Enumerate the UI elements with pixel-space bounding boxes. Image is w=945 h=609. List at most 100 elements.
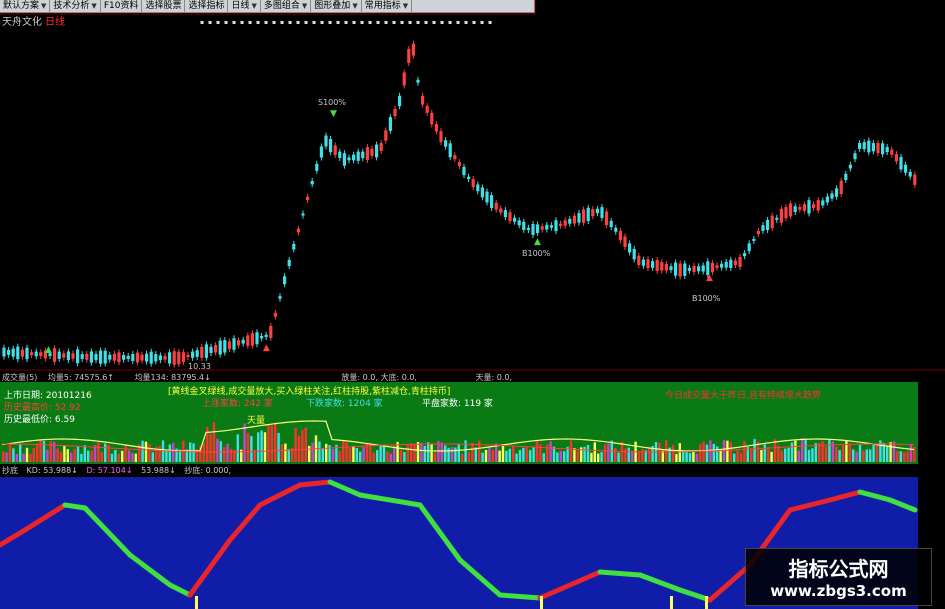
volume-bar [144, 441, 148, 462]
volume-bar [12, 448, 15, 462]
volume-bar [165, 450, 168, 462]
volume-bar [348, 448, 352, 462]
volume-bar [5, 452, 8, 462]
volume-bar [382, 444, 386, 462]
volume-bar [192, 443, 195, 462]
volume-bar [780, 450, 783, 462]
volume-bar [515, 453, 518, 462]
volume-bar [875, 443, 879, 462]
volume-bar [597, 453, 600, 462]
volume-bar [675, 453, 678, 462]
volume-bar [444, 445, 447, 462]
volume-bar [586, 444, 590, 462]
kd-line-segment [127, 552, 173, 588]
kd-line-segment [257, 482, 303, 508]
volume-bar [872, 444, 875, 462]
volume-bar [223, 447, 226, 462]
volume-bar [750, 448, 753, 462]
volume-bar [716, 446, 719, 462]
sell-signal-label: S100% [318, 98, 346, 107]
tian-label: 天量 [247, 416, 266, 426]
volume-bar [284, 443, 287, 462]
volume-bar [478, 440, 481, 462]
volume-bar [852, 449, 855, 462]
volume-bar [733, 453, 736, 462]
kd-line-segment [857, 489, 893, 503]
volume-bar [379, 445, 382, 462]
volume-bar [104, 443, 107, 462]
volume-bar [498, 450, 501, 462]
volume-bar [131, 452, 134, 462]
volume-bar [512, 445, 515, 462]
volume-bar [117, 453, 120, 462]
volume-bar [556, 452, 559, 462]
volume-bar [114, 449, 117, 462]
volume-bar [257, 432, 260, 462]
volume-bar [896, 450, 899, 462]
volume-bar [627, 447, 630, 462]
volume-bar [39, 440, 42, 462]
volume-bar [807, 449, 811, 462]
volume-bar [671, 444, 675, 462]
volume-bar [267, 424, 270, 462]
volume-bar [736, 450, 739, 462]
volume-bar [797, 450, 800, 462]
volume-bar [148, 444, 151, 462]
volume-bar [440, 442, 443, 462]
volume-bar [454, 447, 457, 462]
down-count: 下跌家数: 1204 家 [306, 399, 383, 409]
volume-bar [311, 442, 314, 462]
volume-bar [790, 442, 794, 462]
kd-line-segment [827, 489, 863, 503]
volume-bar [821, 441, 824, 462]
volume-bar [73, 448, 76, 462]
volume-bar [189, 442, 192, 462]
volume-bar [784, 448, 787, 462]
volume-bar [535, 441, 539, 462]
volume-bar [573, 448, 576, 462]
chaodi-signal [670, 596, 673, 609]
volume-bar [461, 453, 464, 462]
volume-bar [906, 451, 909, 462]
volume-bar [359, 451, 362, 462]
kd-line-segment [187, 537, 233, 598]
volume-bar [399, 449, 403, 462]
kd-line-segment [787, 497, 833, 513]
volume-bar [600, 452, 603, 462]
indicator-overlay [0, 420, 918, 609]
volume-bar [712, 443, 715, 462]
volume-bar [423, 446, 426, 462]
volume-bar [15, 453, 18, 462]
volume-bar [376, 450, 379, 462]
volume-bar [801, 438, 804, 462]
volume-bar [767, 446, 770, 462]
volume-bar [862, 450, 865, 462]
volume-bar [835, 446, 838, 462]
volume-bar [87, 450, 90, 462]
volume-bar [563, 451, 566, 462]
volume-bar [804, 440, 807, 462]
volume-bar [539, 444, 542, 462]
kd-line-segment [707, 562, 753, 603]
volume-bar [25, 447, 29, 462]
volume-bar [899, 451, 902, 462]
volume-bar [250, 436, 253, 462]
volume-bar [168, 444, 171, 462]
volume-bar [70, 452, 73, 462]
volume-bar [614, 447, 617, 462]
volume-bar [505, 450, 508, 462]
volume-bar [308, 445, 311, 462]
volume-bar [552, 446, 556, 462]
volume-bar [869, 449, 872, 462]
volume-bar [49, 441, 52, 462]
volume-header: 成交量(5) 均量5: 74575.6↑ 均量134: 83795.4↓ 放量:… [0, 372, 945, 382]
volume-bar [274, 422, 277, 462]
volume-bar [216, 438, 219, 462]
volume-bar [372, 452, 375, 462]
volume-bar [427, 442, 430, 462]
chaodi-value: 抄底: 0.000, [184, 466, 232, 475]
volume-bar [467, 452, 471, 462]
watermark-title: 指标公式网 [788, 557, 889, 581]
volume-ma134: 均量134: 83795.4↓ [134, 373, 211, 382]
kd-line-segment [297, 479, 333, 488]
